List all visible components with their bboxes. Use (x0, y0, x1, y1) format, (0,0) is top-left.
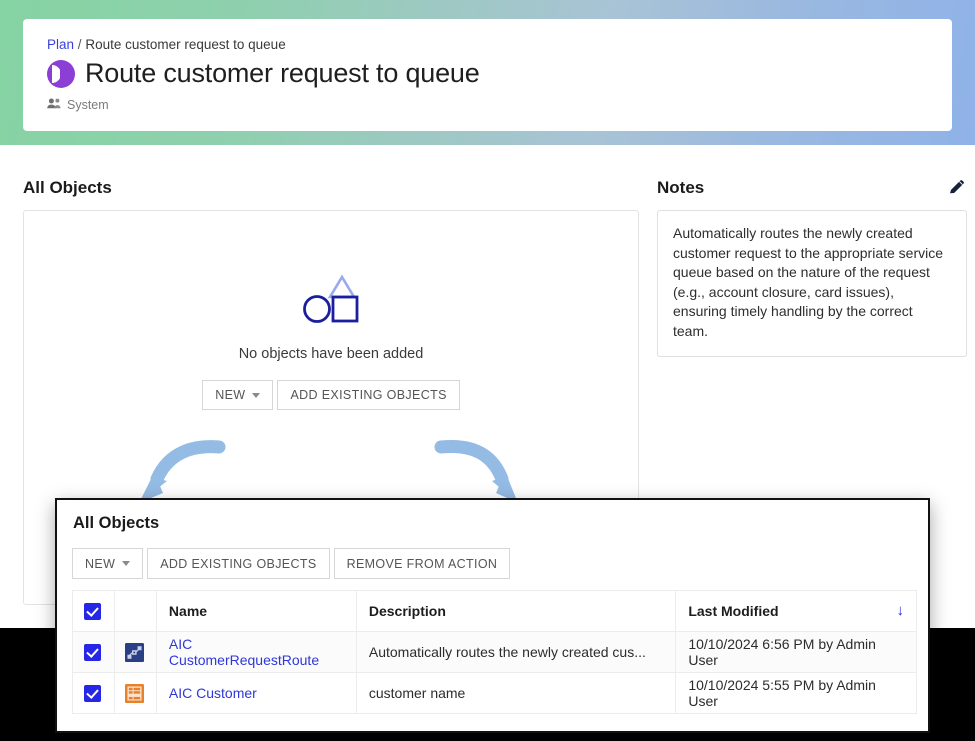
table-header-row: Name Description Last Modified ↓ (72, 590, 917, 632)
row-last-modified-cell: 10/10/2024 6:56 PM by Admin User (675, 631, 917, 673)
icon-header (113, 590, 157, 632)
pencil-icon[interactable] (947, 177, 967, 197)
object-name-link[interactable]: AIC Customer (169, 685, 257, 701)
breadcrumb: Plan / Route customer request to queue (47, 37, 286, 52)
notes-card: Automatically routes the newly created c… (657, 210, 967, 357)
select-all-header (72, 590, 115, 632)
add-existing-objects-button[interactable]: ADD EXISTING OBJECTS (277, 380, 460, 410)
table-row: AIC CustomerRequestRoute Automatically r… (72, 631, 917, 673)
row-checkbox[interactable] (84, 684, 101, 702)
popup-new-button[interactable]: NEW (72, 548, 144, 579)
notes-body: Automatically routes the newly created c… (673, 225, 944, 339)
object-name-link[interactable]: AIC CustomerRequestRoute (169, 636, 319, 668)
popup-add-existing-objects-button[interactable]: ADD EXISTING OBJECTS (147, 548, 330, 579)
page-title: Route customer request to queue (85, 58, 480, 88)
people-icon (47, 98, 61, 112)
name-header[interactable]: Name (155, 590, 357, 632)
select-all-checkbox[interactable] (84, 602, 101, 620)
notes-heading: Notes (657, 178, 705, 197)
plan-half-circle-icon (47, 59, 75, 88)
shapes-icon (24, 271, 638, 332)
empty-state: No objects have been added NEW ADD EXIST… (24, 271, 638, 410)
popup-toolbar: NEW ADD EXISTING OBJECTS REMOVE FROM ACT… (72, 548, 511, 579)
row-description-cell: customer name (355, 672, 677, 714)
chevron-down-icon (122, 561, 131, 566)
last-modified-header[interactable]: Last Modified ↓ (675, 590, 917, 632)
table-row: AIC Customer customer name 10/10/2024 5:… (72, 672, 917, 714)
row-name-cell: AIC Customer (155, 672, 357, 714)
row-select-cell (72, 672, 115, 714)
row-name-cell: AIC CustomerRequestRoute (155, 631, 357, 673)
popup-title: All Objects (73, 514, 160, 532)
page-owner-label: System (67, 98, 109, 112)
description-header[interactable]: Description (355, 590, 677, 632)
row-description-cell: Automatically routes the newly created c… (355, 631, 677, 673)
popup-new-button-label: NEW (85, 556, 116, 571)
all-objects-popup-panel: All Objects NEW ADD EXISTING OBJECTS REM… (55, 498, 930, 733)
row-checkbox[interactable] (84, 643, 101, 661)
page-banner: Plan / Route customer request to queue R… (0, 0, 975, 145)
chevron-down-icon (252, 392, 261, 398)
interface-flow-icon (124, 642, 156, 662)
last-modified-header-label: Last Modified (688, 603, 779, 619)
screenshot-root: Plan / Route customer request to queue R… (0, 0, 975, 741)
new-button-label: NEW (215, 388, 246, 402)
objects-table: Name Description Last Modified ↓ AIC Cus… (72, 590, 917, 714)
row-icon-cell (113, 672, 157, 714)
breadcrumb-current: Route customer request to queue (85, 37, 286, 52)
page-title-row: Route customer request to queue (47, 58, 480, 89)
all-objects-heading: All Objects (23, 178, 112, 197)
row-last-modified-cell: 10/10/2024 5:55 PM by Admin User (675, 672, 917, 714)
new-button[interactable]: NEW (202, 380, 274, 410)
breadcrumb-link-plan[interactable]: Plan (47, 37, 74, 52)
empty-state-buttons: NEW ADD EXISTING OBJECTS (24, 380, 638, 410)
row-icon-cell (113, 631, 157, 673)
banner-card: Plan / Route customer request to queue R… (23, 19, 952, 131)
sort-descending-icon[interactable]: ↓ (897, 603, 905, 618)
row-select-cell (72, 631, 115, 673)
record-type-table-icon (124, 683, 156, 703)
breadcrumb-separator: / (77, 37, 82, 52)
empty-state-message: No objects have been added (238, 346, 424, 362)
popup-remove-from-action-button[interactable]: REMOVE FROM ACTION (333, 548, 511, 579)
page-owner: System (47, 98, 109, 112)
